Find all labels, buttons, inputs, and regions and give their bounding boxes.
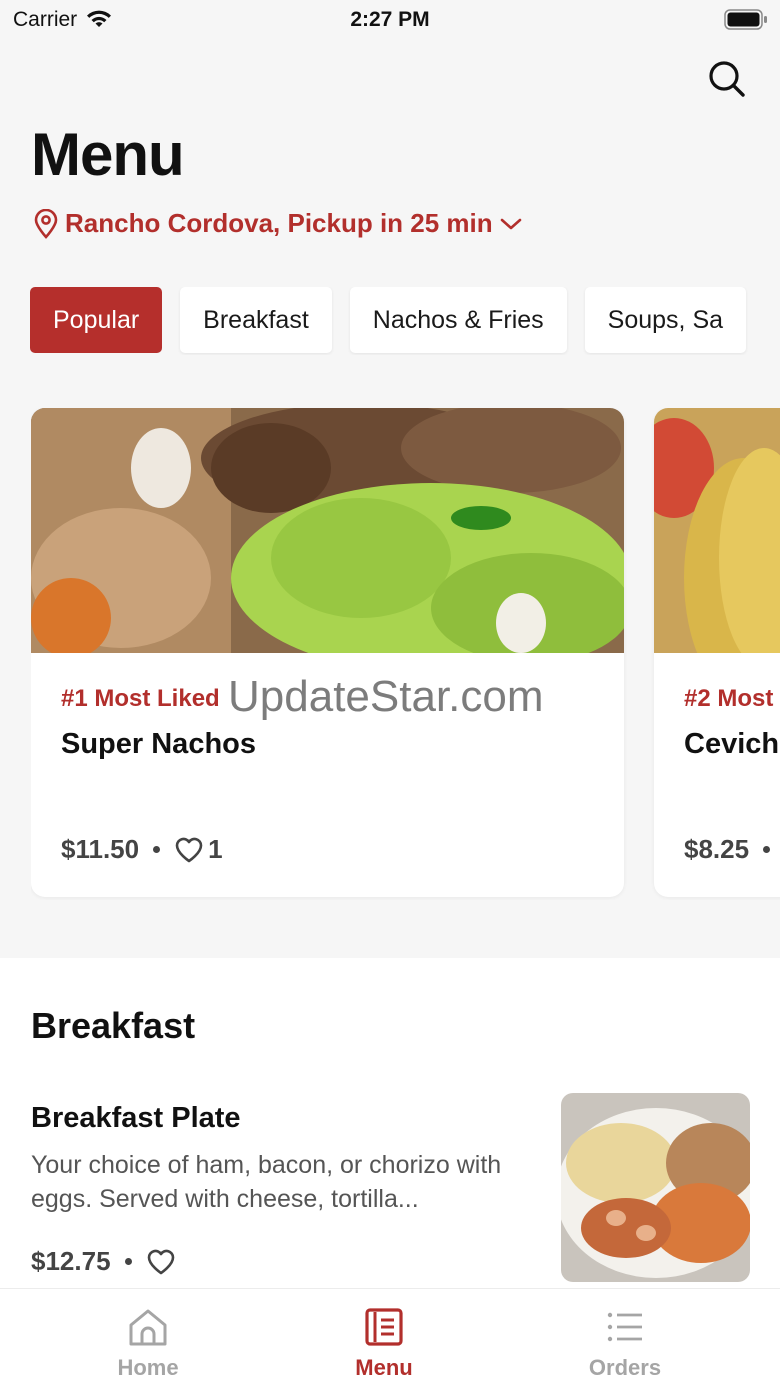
card-meta: $11.50 1 bbox=[61, 834, 223, 865]
category-chip-label: Breakfast bbox=[203, 305, 309, 334]
bottom-tab-bar: Home Menu Orders bbox=[0, 1288, 780, 1387]
separator-dot bbox=[763, 846, 771, 853]
location-selector[interactable]: Rancho Cordova, Pickup in 25 min bbox=[33, 208, 523, 239]
search-icon bbox=[709, 61, 745, 97]
section-title: Breakfast bbox=[31, 1005, 196, 1046]
like-count: 1 bbox=[208, 834, 223, 864]
category-chip-popular[interactable]: Popular bbox=[30, 287, 163, 353]
card-rank-label: #2 Most bbox=[684, 685, 774, 712]
card-item-name: Super Nachos bbox=[61, 728, 256, 760]
location-label: Rancho Cordova, Pickup in 25 min bbox=[65, 208, 493, 238]
food-image-ceviche bbox=[654, 408, 780, 653]
tab-label: Menu bbox=[355, 1355, 413, 1380]
category-chip-breakfast[interactable]: Breakfast bbox=[180, 287, 332, 353]
tab-menu[interactable]: Menu bbox=[304, 1307, 464, 1381]
menu-item-name: Breakfast Plate bbox=[31, 1102, 241, 1134]
separator-dot bbox=[153, 846, 161, 853]
like-button[interactable]: 1 bbox=[174, 834, 223, 865]
chevron-down-icon bbox=[500, 218, 521, 229]
category-chip-label: Soups, Sa bbox=[607, 305, 724, 334]
breakfast-section: Breakfast Breakfast Plate Your choice of… bbox=[0, 958, 780, 1288]
status-bar: Carrier 2:27 PM bbox=[0, 0, 780, 42]
popular-card[interactable]: #2 Most Cevich $8.25 bbox=[654, 408, 780, 897]
tab-label: Orders bbox=[588, 1355, 662, 1380]
status-time: 2:27 PM bbox=[350, 8, 430, 31]
card-meta: $8.25 bbox=[684, 834, 771, 865]
food-image-breakfast-plate bbox=[561, 1093, 750, 1282]
menu-item-description: Your choice of ham, bacon, or chorizo wi… bbox=[31, 1151, 502, 1213]
food-image-super-nachos bbox=[31, 408, 624, 653]
category-chip-label: Popular bbox=[53, 305, 140, 334]
menu-item-meta: $12.75 bbox=[31, 1246, 176, 1277]
card-item-name: Cevich bbox=[684, 728, 780, 760]
page-title: Menu bbox=[31, 121, 185, 188]
battery-icon bbox=[724, 9, 767, 30]
menu-book-icon bbox=[365, 1308, 403, 1346]
card-rank-label: #1 Most Liked bbox=[61, 685, 220, 712]
popular-carousel: #1 Most Liked Super Nachos $11.50 1 #2 M… bbox=[31, 408, 780, 900]
menu-item-price: $12.75 bbox=[31, 1246, 111, 1276]
tab-label: Home bbox=[117, 1355, 179, 1380]
search-button[interactable] bbox=[704, 56, 750, 102]
popular-card[interactable]: #1 Most Liked Super Nachos $11.50 1 bbox=[31, 408, 624, 897]
location-pin-icon bbox=[34, 208, 58, 239]
menu-item[interactable]: Breakfast Plate Your choice of ham, baco… bbox=[0, 1088, 780, 1288]
category-tabs: Popular Breakfast Nachos & Fries Soups, … bbox=[30, 287, 780, 355]
card-price: $8.25 bbox=[684, 834, 750, 864]
category-chip-soups[interactable]: Soups, Sa bbox=[584, 287, 747, 353]
tab-home[interactable]: Home bbox=[68, 1307, 228, 1381]
home-icon bbox=[129, 1309, 167, 1346]
list-icon bbox=[607, 1312, 642, 1342]
card-price: $11.50 bbox=[61, 834, 140, 864]
separator-dot bbox=[124, 1258, 132, 1265]
category-chip-label: Nachos & Fries bbox=[372, 305, 544, 334]
heart-icon bbox=[175, 837, 203, 862]
category-chip-nachos-fries[interactable]: Nachos & Fries bbox=[349, 287, 567, 353]
tab-orders[interactable]: Orders bbox=[545, 1307, 705, 1381]
heart-icon[interactable] bbox=[146, 1248, 176, 1276]
